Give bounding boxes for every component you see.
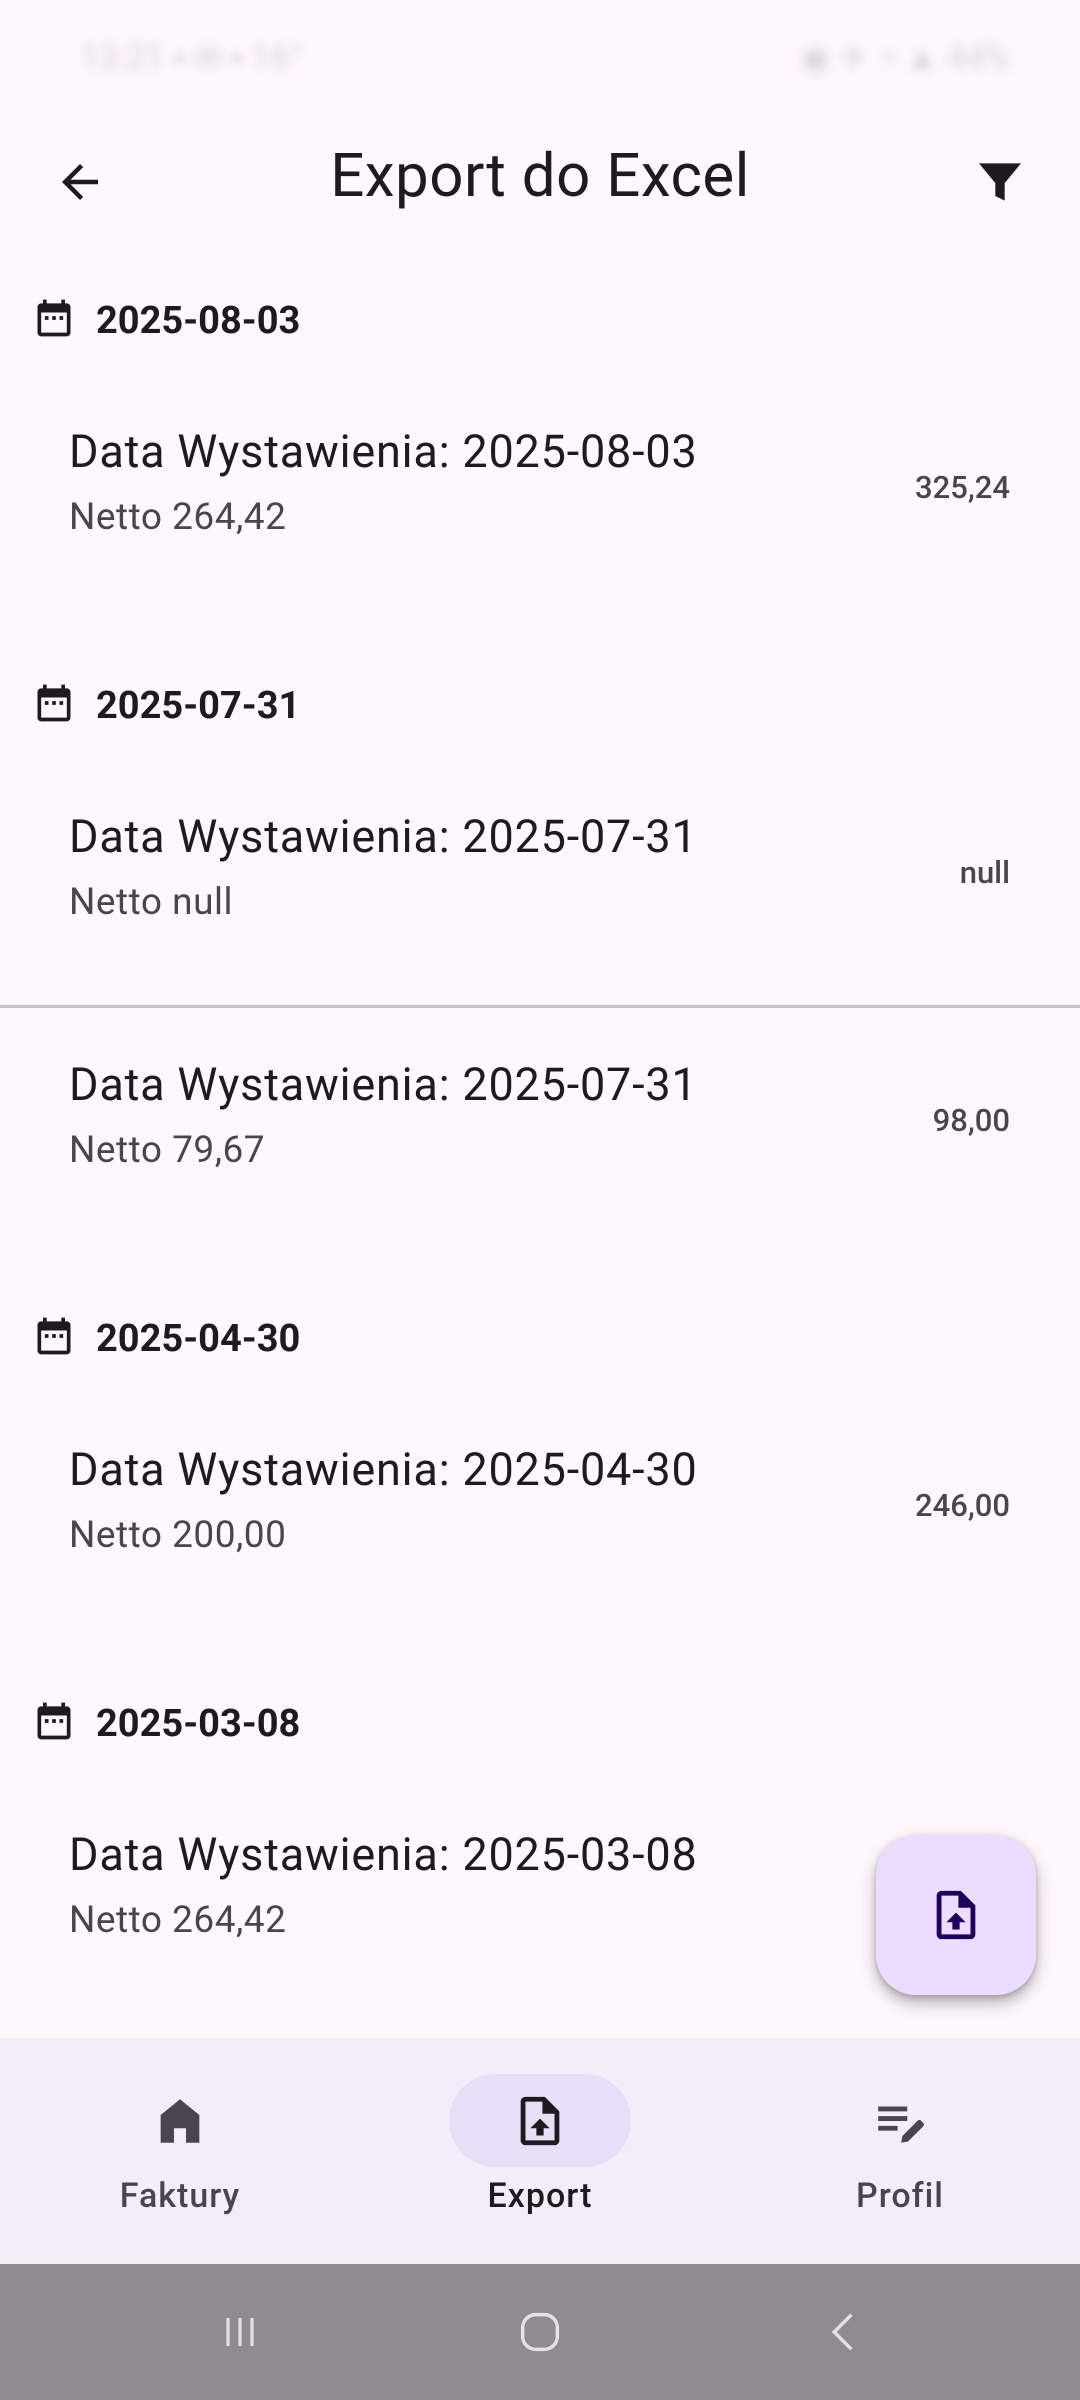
filter-button[interactable] [960,142,1040,222]
system-back-button[interactable] [785,2284,905,2380]
status-time: 13:21 [80,38,165,78]
nav-item-faktury[interactable]: Faktury [0,2038,360,2264]
status-bar-right: ◉ ✈ ◔ ▲ 44% [800,38,1010,78]
invoice-issue-date: Data Wystawienia: 2025-08-03 [69,425,698,478]
nav-indicator-active [449,2074,631,2167]
invoice-net: Netto 200,00 [69,1514,287,1557]
invoice-issue-date: Data Wystawienia: 2025-04-30 [69,1443,698,1496]
group-date: 2025-07-31 [96,684,301,728]
invoice-gross-amount: 246,00 [914,1487,1010,1524]
nav-item-profil[interactable]: Profil [720,2038,1080,2264]
invoice-issue-date: Data Wystawienia: 2025-07-31 [69,810,698,863]
screen: 13:21 ▪ ✉ ▪ 16° ◉ ✈ ◔ ▲ 44% Export do Ex… [0,0,1080,2400]
calendar-icon [37,299,71,337]
list-item[interactable]: Data Wystawienia: 2025-07-31 Netto null … [0,760,1080,1005]
file-upload-icon [520,2096,560,2145]
nav-indicator [809,2074,991,2167]
list-item[interactable]: Data Wystawienia: 2025-08-03 Netto 264,4… [0,375,1080,620]
group-date: 2025-08-03 [96,299,301,343]
invoice-issue-date: Data Wystawienia: 2025-07-31 [69,1058,698,1111]
chevron-left-icon [831,2313,853,2351]
nav-label: Profil [856,2176,944,2216]
invoice-issue-date: Data Wystawienia: 2025-03-08 [69,1828,698,1881]
invoice-net: Netto 79,67 [69,1129,266,1172]
recent-apps-button[interactable] [180,2284,300,2380]
calendar-icon [37,1702,71,1740]
nav-indicator [89,2074,271,2167]
home-button[interactable] [480,2284,600,2380]
invoice-gross-amount: null [959,854,1010,891]
export-fab[interactable] [876,1835,1036,1995]
status-bar: 13:21 ▪ ✉ ▪ 16° ◉ ✈ ◔ ▲ 44% [0,0,1080,120]
calendar-icon [37,684,71,722]
date-group-header: 2025-04-30 [0,1253,1080,1393]
list-item[interactable]: Data Wystawienia: 2025-04-30 Netto 200,0… [0,1393,1080,1638]
invoice-gross-amount: 98,00 [932,1102,1010,1139]
calendar-icon [37,1317,71,1355]
top-app-bar: Export do Excel [0,120,1080,235]
group-date: 2025-04-30 [96,1317,301,1361]
date-group-header: 2025-08-03 [0,235,1080,375]
group-date: 2025-03-08 [96,1702,301,1746]
home-circle-icon [520,2312,560,2352]
edit-note-icon [878,2106,924,2143]
nav-label: Faktury [119,2176,241,2216]
filter-icon [979,163,1021,201]
date-group-header: 2025-03-08 [0,1638,1080,1778]
home-icon [160,2098,200,2143]
system-navigation-bar [0,2264,1080,2400]
invoice-gross-amount: 325,24 [914,469,1010,506]
invoice-list: 2025-08-03 Data Wystawienia: 2025-08-03 … [0,235,1080,2023]
nav-label: Export [487,2176,593,2216]
status-bar-left: 13:21 ▪ ✉ ▪ 16° [80,38,302,78]
date-group-header: 2025-07-31 [0,620,1080,760]
file-upload-icon [936,1890,976,1940]
invoice-net: Netto 264,42 [69,496,287,539]
nav-item-export[interactable]: Export [360,2038,720,2264]
invoice-net: Netto null [69,881,233,924]
recent-apps-icon [226,2318,254,2346]
bottom-navigation: Faktury Export Profil [0,2038,1080,2264]
page-title: Export do Excel [330,140,750,211]
invoice-net: Netto 264,42 [69,1899,287,1942]
status-left-extra: ▪ ✉ ▪ 16° [173,38,302,78]
list-item[interactable]: Data Wystawienia: 2025-07-31 Netto 79,67… [0,1008,1080,1253]
